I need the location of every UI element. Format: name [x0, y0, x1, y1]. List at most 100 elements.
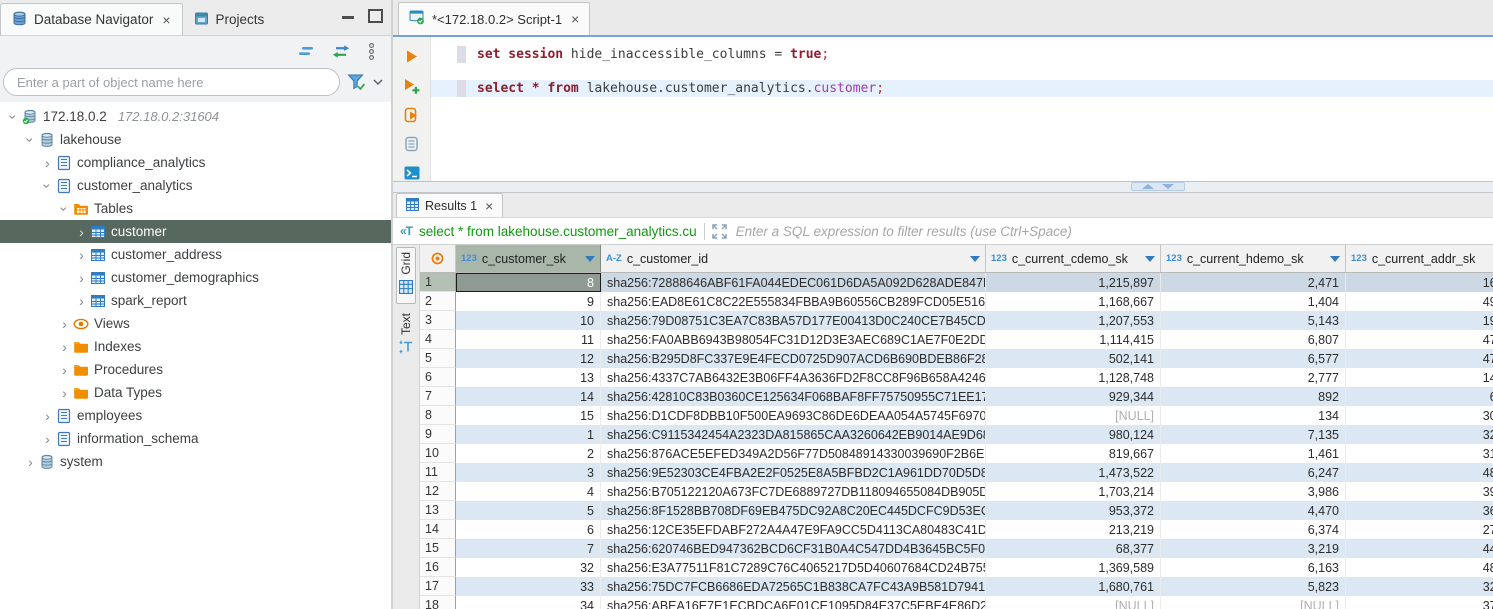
- cell-c_current_addr_sk[interactable]: 36,36: [1346, 501, 1493, 520]
- row-number[interactable]: 8: [420, 406, 456, 425]
- cell-c_current_addr_sk[interactable]: 47,36: [1346, 349, 1493, 368]
- cell-c_current_addr_sk[interactable]: 31,65: [1346, 444, 1493, 463]
- tree-item-system[interactable]: ›system: [0, 450, 391, 473]
- cell-c_customer_id[interactable]: sha256:4337C7AB6432E3B06FF4A3636FD2F8CC8…: [601, 368, 986, 387]
- chevron-expanded-icon[interactable]: ›: [24, 132, 38, 147]
- cell-c_current_hdemo_sk[interactable]: 134: [1161, 406, 1346, 425]
- cell-c_customer_id[interactable]: sha256:876ACE5EFED349A2D56F77D5084891433…: [601, 444, 986, 463]
- column-filter-arrow-icon[interactable]: [1330, 256, 1340, 262]
- chevron-collapsed-icon[interactable]: ›: [57, 340, 72, 354]
- row-number[interactable]: 6: [420, 368, 456, 387]
- cell-c_customer_id[interactable]: sha256:E3A77511F81C7289C76C4065217D5D406…: [601, 558, 986, 577]
- cell-c_customer_id[interactable]: sha256:42810C83B0360CE125634F068BAF8FF75…: [601, 387, 986, 406]
- presentation-tab-text[interactable]: Text: [397, 309, 415, 363]
- cell-c_current_cdemo_sk[interactable]: 1,215,897: [986, 273, 1161, 292]
- cell-c_customer_sk[interactable]: 32: [456, 558, 601, 577]
- cell-c_current_addr_sk[interactable]: 32,94: [1346, 425, 1493, 444]
- cell-c_current_cdemo_sk[interactable]: 1,168,667: [986, 292, 1161, 311]
- row-number[interactable]: 16: [420, 558, 456, 577]
- cell-c_customer_id[interactable]: sha256:75DC7FCB6686EDA72565C1B838CA7FC43…: [601, 577, 986, 596]
- row-number[interactable]: 18: [420, 596, 456, 609]
- cell-c_customer_sk[interactable]: 14: [456, 387, 601, 406]
- chevron-down-icon[interactable]: [373, 79, 383, 86]
- chevron-collapsed-icon[interactable]: ›: [23, 455, 38, 469]
- cell-c_current_cdemo_sk[interactable]: 819,667: [986, 444, 1161, 463]
- cell-c_customer_id[interactable]: sha256:B295D8FC337E9E4FECD0725D907ACD6B6…: [601, 349, 986, 368]
- cell-c_current_hdemo_sk[interactable]: 7,135: [1161, 425, 1346, 444]
- cell-c_current_cdemo_sk[interactable]: 1,680,761: [986, 577, 1161, 596]
- column-header-c_current_addr_sk[interactable]: 123c_current_addr_sk: [1346, 245, 1493, 272]
- row-number[interactable]: 10: [420, 444, 456, 463]
- cell-c_current_cdemo_sk[interactable]: 980,124: [986, 425, 1161, 444]
- object-filter-input[interactable]: [3, 68, 340, 96]
- cell-c_current_hdemo_sk[interactable]: 6,807: [1161, 330, 1346, 349]
- cell-c_current_addr_sk[interactable]: 27,08: [1346, 520, 1493, 539]
- cell-c_current_hdemo_sk[interactable]: 6,374: [1161, 520, 1346, 539]
- cell-c_customer_id[interactable]: sha256:D1CDF8DBB10F500EA9693C86DE6DEAA05…: [601, 406, 986, 425]
- column-header-c_current_cdemo_sk[interactable]: 123c_current_cdemo_sk: [986, 245, 1161, 272]
- close-icon[interactable]: ×: [485, 198, 493, 214]
- chevron-collapsed-icon[interactable]: ›: [74, 271, 89, 285]
- cell-c_current_addr_sk[interactable]: 48,57: [1346, 463, 1493, 482]
- cell-c_customer_id[interactable]: sha256:B705122120A673FC7DE6889727DB11809…: [601, 482, 986, 501]
- cell-c_current_cdemo_sk[interactable]: 1,207,553: [986, 311, 1161, 330]
- chevron-expanded-icon[interactable]: ›: [58, 201, 72, 216]
- cell-c_customer_sk[interactable]: 15: [456, 406, 601, 425]
- chevron-collapsed-icon[interactable]: ›: [40, 156, 55, 170]
- cell-c_customer_id[interactable]: sha256:620746BED947362BCD6CF31B0A4C547DD…: [601, 539, 986, 558]
- row-number[interactable]: 9: [420, 425, 456, 444]
- row-number[interactable]: 1: [420, 273, 456, 292]
- chevron-collapsed-icon[interactable]: ›: [74, 225, 89, 239]
- cell-c_customer_sk[interactable]: 10: [456, 311, 601, 330]
- maximize-icon[interactable]: [368, 9, 383, 23]
- cell-c_current_cdemo_sk[interactable]: 68,377: [986, 539, 1161, 558]
- tab-projects[interactable]: Projects: [183, 4, 276, 35]
- cell-c_current_cdemo_sk[interactable]: 929,344: [986, 387, 1161, 406]
- cell-c_customer_id[interactable]: sha256:12CE35EFDABF272A4A47E9FA9CC5D4113…: [601, 520, 986, 539]
- chevron-collapsed-icon[interactable]: ›: [74, 294, 89, 308]
- minimize-icon[interactable]: [342, 16, 354, 19]
- column-header-c_customer_id[interactable]: A-Zc_customer_id: [601, 245, 986, 272]
- open-console-button[interactable]: [403, 164, 421, 181]
- cell-c_current_cdemo_sk[interactable]: 1,369,589: [986, 558, 1161, 577]
- tree-item-172-18-0-2[interactable]: ›172.18.0.2172.18.0.2:31604: [0, 105, 391, 128]
- cell-c_current_cdemo_sk[interactable]: 1,128,748: [986, 368, 1161, 387]
- cell-c_current_hdemo_sk[interactable]: 1,404: [1161, 292, 1346, 311]
- tree-item-indexes[interactable]: ›Indexes: [0, 335, 391, 358]
- row-number[interactable]: 4: [420, 330, 456, 349]
- cell-c_current_hdemo_sk[interactable]: 6,247: [1161, 463, 1346, 482]
- cell-c_customer_sk[interactable]: 12: [456, 349, 601, 368]
- cell-c_current_cdemo_sk[interactable]: 213,219: [986, 520, 1161, 539]
- cell-c_customer_sk[interactable]: 1: [456, 425, 601, 444]
- splitter-grip[interactable]: [1131, 182, 1185, 191]
- row-number[interactable]: 2: [420, 292, 456, 311]
- filter-settings-icon[interactable]: [347, 73, 366, 91]
- cell-c_current_hdemo_sk[interactable]: 2,777: [1161, 368, 1346, 387]
- cell-c_customer_id[interactable]: sha256:9E52303CE4FBA2E2F0525E8A5BFBD2C1A…: [601, 463, 986, 482]
- column-filter-arrow-icon[interactable]: [585, 256, 595, 262]
- cell-c_current_cdemo_sk[interactable]: [NULL]: [986, 406, 1161, 425]
- close-icon[interactable]: ×: [162, 12, 170, 28]
- cell-c_current_addr_sk[interactable]: 39,55: [1346, 482, 1493, 501]
- cell-c_customer_id[interactable]: sha256:EAD8E61C8C22E555834FBBA9B60556CB2…: [601, 292, 986, 311]
- cell-c_current_hdemo_sk[interactable]: 1,461: [1161, 444, 1346, 463]
- cell-c_current_addr_sk[interactable]: 30,46: [1346, 406, 1493, 425]
- cell-c_current_addr_sk[interactable]: 49,38: [1346, 292, 1493, 311]
- tree-item-spark-report[interactable]: ›spark_report: [0, 289, 391, 312]
- tree-item-compliance-analytics[interactable]: ›compliance_analytics: [0, 151, 391, 174]
- cell-c_customer_id[interactable]: sha256:8F1528BB708DF69EB475DC92A8C20EC44…: [601, 501, 986, 520]
- tab-results-1[interactable]: Results 1 ×: [396, 193, 503, 217]
- cell-c_current_cdemo_sk[interactable]: [NULL]: [986, 596, 1161, 609]
- column-filter-arrow-icon[interactable]: [970, 256, 980, 262]
- cell-c_current_addr_sk[interactable]: 19,58: [1346, 311, 1493, 330]
- cell-c_current_hdemo_sk[interactable]: [NULL]: [1161, 596, 1346, 609]
- cell-c_customer_sk[interactable]: 6: [456, 520, 601, 539]
- cell-c_current_cdemo_sk[interactable]: 502,141: [986, 349, 1161, 368]
- cell-c_current_hdemo_sk[interactable]: 6,163: [1161, 558, 1346, 577]
- cell-c_current_hdemo_sk[interactable]: 5,823: [1161, 577, 1346, 596]
- chevron-expanded-icon[interactable]: ›: [41, 178, 55, 193]
- editor-results-splitter[interactable]: [393, 181, 1493, 193]
- execute-new-tab-button[interactable]: [403, 77, 421, 94]
- cell-c_customer_sk[interactable]: 13: [456, 368, 601, 387]
- cell-c_current_cdemo_sk[interactable]: 1,114,415: [986, 330, 1161, 349]
